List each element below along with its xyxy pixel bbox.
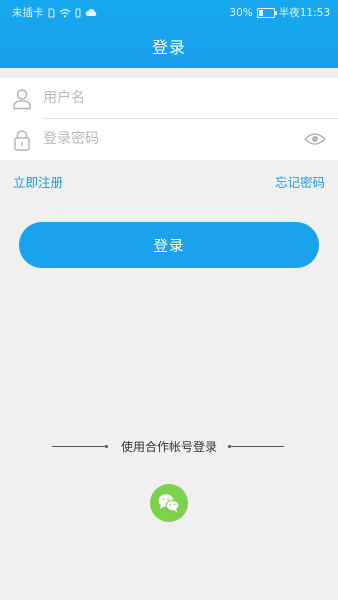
show-password-icon[interactable] xyxy=(304,132,326,146)
carrier-label: 未插卡 xyxy=(12,7,44,19)
partner-login-label: 使用合作帐号登录 xyxy=(120,440,217,454)
auth-links: 立即注册 忘记密码 xyxy=(0,172,338,190)
status-bar: 未插卡 30% 半夜11:53 xyxy=(0,0,338,22)
cloud-icon xyxy=(85,8,96,16)
partner-login-divider: 使用合作帐号登录 xyxy=(0,438,338,454)
battery-percent: 30% xyxy=(229,6,253,19)
clock: 半夜11:53 xyxy=(278,7,330,19)
app-header: 未插卡 30% 半夜11:53 登录 xyxy=(0,0,338,68)
battery-icon xyxy=(256,7,277,18)
password-input[interactable] xyxy=(43,128,293,150)
username-input[interactable] xyxy=(43,87,293,109)
register-link[interactable]: 立即注册 xyxy=(13,172,63,191)
sim-icon xyxy=(48,8,54,17)
login-button[interactable]: 登录 xyxy=(19,222,319,268)
user-icon xyxy=(13,89,31,110)
page-title: 登录 xyxy=(151,38,186,57)
wechat-icon xyxy=(158,494,180,513)
username-row xyxy=(0,78,338,119)
wifi-icon xyxy=(59,8,70,17)
password-row xyxy=(0,119,338,160)
notification-icon xyxy=(75,8,80,17)
wechat-login-button[interactable] xyxy=(150,484,188,522)
divider-line-right xyxy=(228,445,284,448)
login-form xyxy=(0,78,338,160)
forgot-password-link[interactable]: 忘记密码 xyxy=(275,172,325,191)
lock-icon xyxy=(14,130,30,151)
